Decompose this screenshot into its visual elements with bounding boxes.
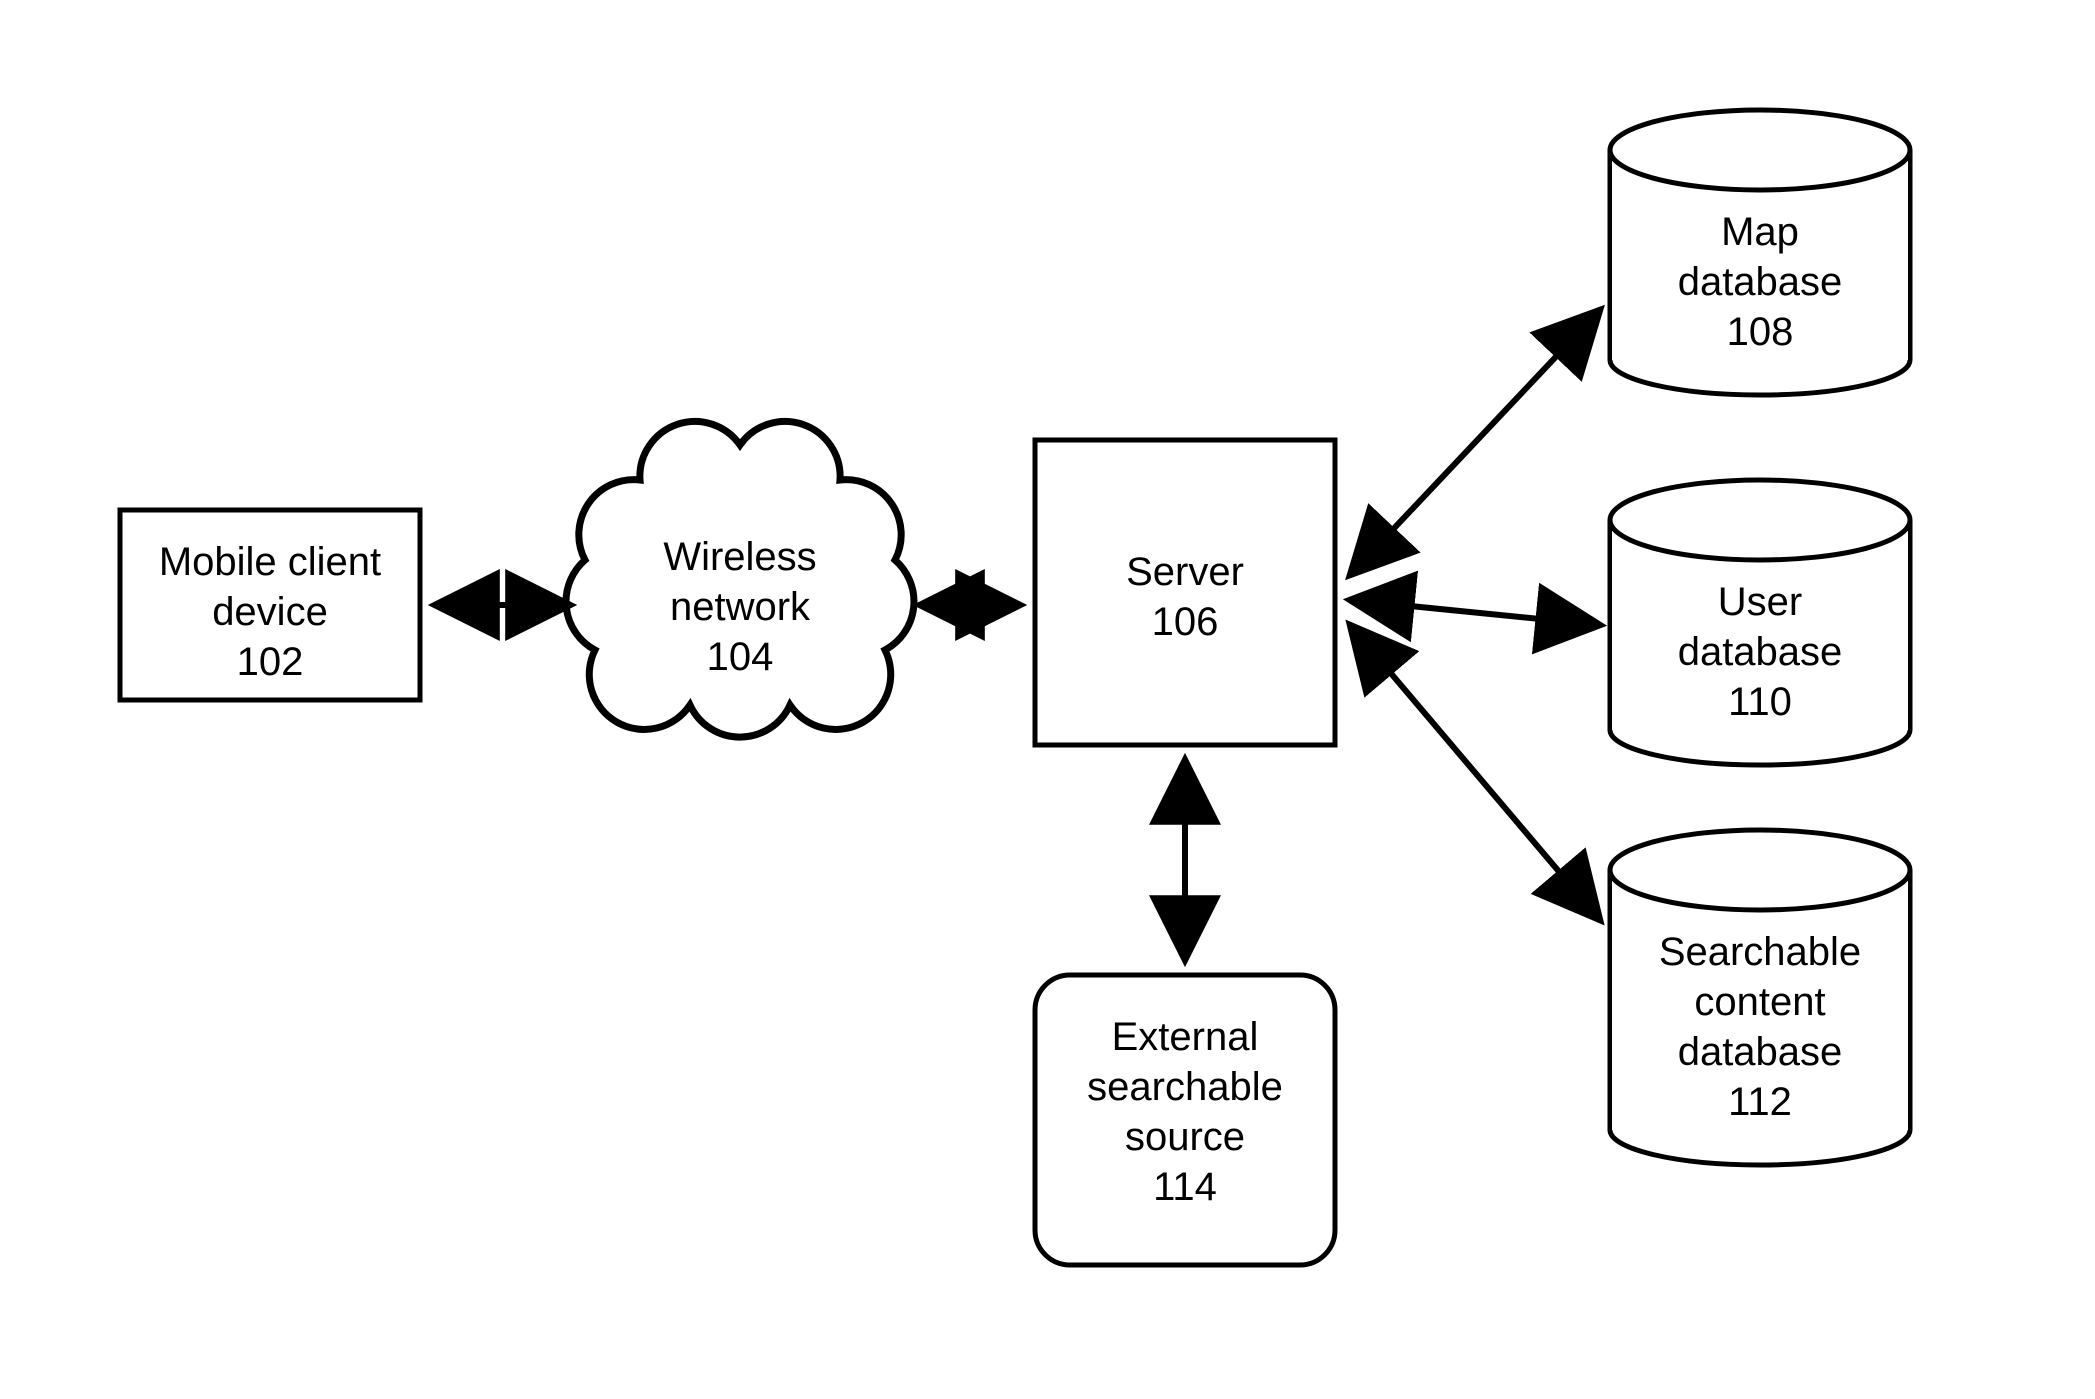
server-box: Server 106 (1035, 440, 1335, 745)
wireless-line2: network (670, 585, 811, 629)
arrow-server-mapdb (1350, 310, 1600, 575)
searchdb-line2: content (1694, 980, 1825, 1024)
searchdb-ref: 112 (1728, 1080, 1792, 1124)
mobile-client-device: Mobile client device 102 (120, 510, 420, 700)
mobile-ref: 102 (237, 640, 304, 684)
mobile-line2: device (212, 590, 328, 634)
wireless-network-cloud: Wireless network 104 (566, 421, 914, 737)
arrow-server-searchdb (1350, 625, 1600, 920)
architecture-diagram: Mobile client device 102 Wireless networ… (0, 0, 2095, 1399)
wireless-ref: 104 (707, 635, 774, 679)
searchable-content-database-cylinder: Searchable content database 112 (1610, 830, 1910, 1165)
external-line1: External (1112, 1015, 1259, 1059)
mapdb-line2: database (1678, 260, 1843, 304)
userdb-ref: 110 (1728, 680, 1792, 724)
userdb-line1: User (1718, 580, 1802, 624)
mapdb-ref: 108 (1727, 310, 1794, 354)
arrow-server-userdb (1350, 600, 1600, 625)
external-ref: 114 (1153, 1165, 1217, 1209)
searchdb-line3: database (1678, 1030, 1843, 1074)
wireless-line1: Wireless (663, 535, 816, 579)
user-database-cylinder: User database 110 (1610, 480, 1910, 765)
mapdb-line1: Map (1721, 210, 1799, 254)
server-ref: 106 (1152, 600, 1219, 644)
server-line1: Server (1126, 550, 1244, 594)
searchdb-line1: Searchable (1659, 930, 1861, 974)
external-line3: source (1125, 1115, 1245, 1159)
userdb-line2: database (1678, 630, 1843, 674)
map-database-cylinder: Map database 108 (1610, 110, 1910, 395)
mobile-line1: Mobile client (159, 540, 381, 584)
external-source-box: External searchable source 114 (1035, 975, 1335, 1265)
external-line2: searchable (1087, 1065, 1283, 1109)
